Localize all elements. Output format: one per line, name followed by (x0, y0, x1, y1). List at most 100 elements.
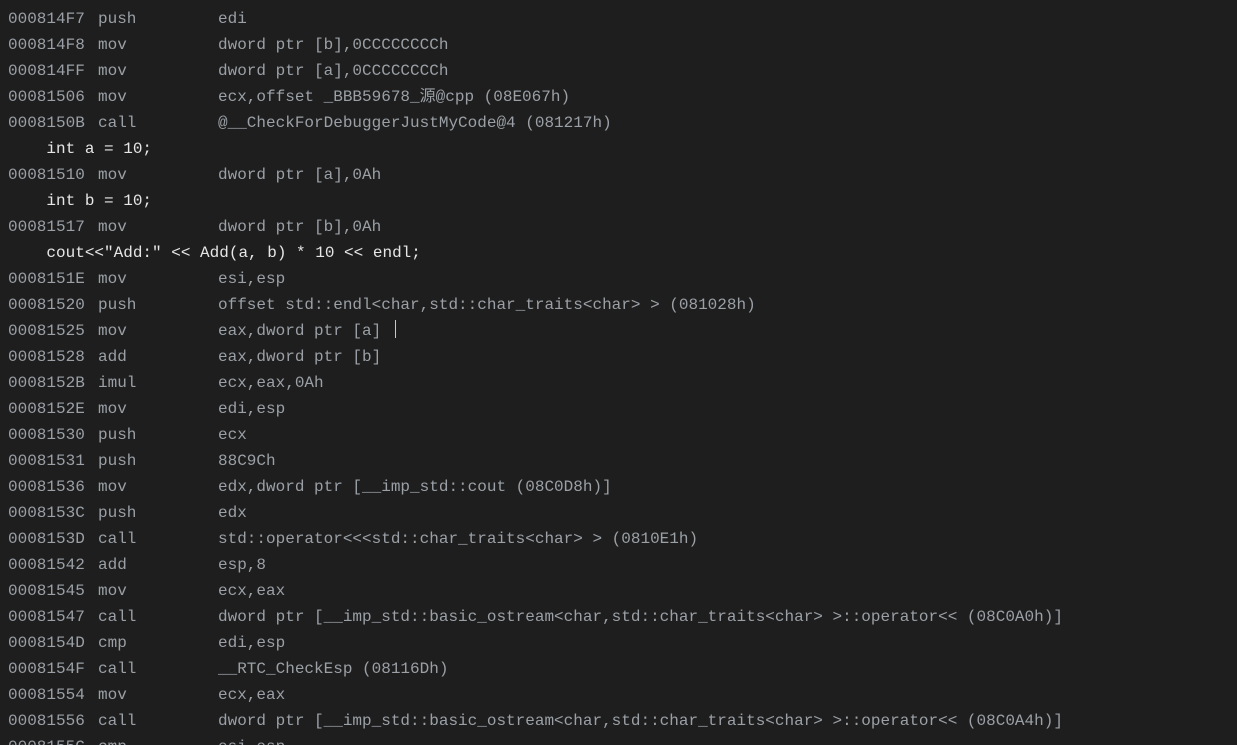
source-line[interactable]: int b = 10; (8, 188, 1237, 214)
operands: edi,esp (218, 630, 285, 656)
operands: edi (218, 6, 247, 32)
mnemonic: call (98, 708, 218, 734)
address: 00081545 (8, 578, 98, 604)
mnemonic: mov (98, 474, 218, 500)
disasm-line[interactable]: 00081506movecx,offset _BBB59678_源@cpp (0… (8, 84, 1237, 110)
address: 00081506 (8, 84, 98, 110)
mnemonic: push (98, 6, 218, 32)
operands: eax,dword ptr [a] (218, 318, 381, 344)
disasm-line[interactable]: 0008150Bcall@__CheckForDebuggerJustMyCod… (8, 110, 1237, 136)
mnemonic: mov (98, 396, 218, 422)
text-caret (395, 320, 396, 338)
address: 0008155C (8, 734, 98, 745)
mnemonic: mov (98, 84, 218, 110)
mnemonic: add (98, 552, 218, 578)
operands: ecx (218, 422, 247, 448)
address: 000814F7 (8, 6, 98, 32)
disasm-line[interactable]: 00081528addeax,dword ptr [b] (8, 344, 1237, 370)
mnemonic: mov (98, 682, 218, 708)
disasm-line[interactable]: 00081510movdword ptr [a],0Ah (8, 162, 1237, 188)
address: 000814FF (8, 58, 98, 84)
address: 00081517 (8, 214, 98, 240)
address: 00081528 (8, 344, 98, 370)
disasm-line[interactable]: 00081545movecx,eax (8, 578, 1237, 604)
mnemonic: cmp (98, 630, 218, 656)
operands: edi,esp (218, 396, 285, 422)
address: 00081520 (8, 292, 98, 318)
operands: ecx,eax (218, 682, 285, 708)
disasm-line[interactable]: 00081531push88C9Ch (8, 448, 1237, 474)
disasm-line[interactable]: 00081554movecx,eax (8, 682, 1237, 708)
address: 00081510 (8, 162, 98, 188)
source-text: int a = 10; (8, 136, 152, 162)
operands: esi,esp (218, 266, 285, 292)
mnemonic: call (98, 656, 218, 682)
operands: dword ptr [__imp_std::basic_ostream<char… (218, 604, 1063, 630)
disasm-line[interactable]: 00081520pushoffset std::endl<char,std::c… (8, 292, 1237, 318)
operands: edx (218, 500, 247, 526)
disasm-line[interactable]: 000814F8movdword ptr [b],0CCCCCCCCh (8, 32, 1237, 58)
address: 0008152B (8, 370, 98, 396)
disasm-line[interactable]: 00081542addesp,8 (8, 552, 1237, 578)
operands: dword ptr [__imp_std::basic_ostream<char… (218, 708, 1063, 734)
operands: offset std::endl<char,std::char_traits<c… (218, 292, 756, 318)
operands: __RTC_CheckEsp (08116Dh) (218, 656, 448, 682)
mnemonic: mov (98, 214, 218, 240)
address: 00081547 (8, 604, 98, 630)
mnemonic: mov (98, 32, 218, 58)
mnemonic: mov (98, 162, 218, 188)
disasm-line[interactable]: 00081530pushecx (8, 422, 1237, 448)
mnemonic: push (98, 448, 218, 474)
disasm-line[interactable]: 000814F7pushedi (8, 6, 1237, 32)
source-text: cout<<"Add:" << Add(a, b) * 10 << endl; (8, 240, 421, 266)
source-line[interactable]: int a = 10; (8, 136, 1237, 162)
mnemonic: push (98, 422, 218, 448)
mnemonic: call (98, 604, 218, 630)
disassembly-view[interactable]: 000814F7pushedi000814F8movdword ptr [b],… (0, 0, 1237, 745)
operands: ecx,offset _BBB59678_源@cpp (08E067h) (218, 84, 570, 110)
operands: ecx,eax,0Ah (218, 370, 324, 396)
mnemonic: add (98, 344, 218, 370)
disasm-line[interactable]: 0008152Bimulecx,eax,0Ah (8, 370, 1237, 396)
operands: ecx,eax (218, 578, 285, 604)
address: 00081554 (8, 682, 98, 708)
disasm-line[interactable]: 00081536movedx,dword ptr [__imp_std::cou… (8, 474, 1237, 500)
address: 0008154D (8, 630, 98, 656)
mnemonic: call (98, 526, 218, 552)
operands: dword ptr [b],0Ah (218, 214, 381, 240)
address: 000814F8 (8, 32, 98, 58)
disasm-line[interactable]: 0008151Emovesi,esp (8, 266, 1237, 292)
disasm-line[interactable]: 00081517movdword ptr [b],0Ah (8, 214, 1237, 240)
address: 0008154F (8, 656, 98, 682)
disasm-line[interactable]: 0008152Emovedi,esp (8, 396, 1237, 422)
operands: esp,8 (218, 552, 266, 578)
disasm-line[interactable]: 0008154Fcall__RTC_CheckEsp (08116Dh) (8, 656, 1237, 682)
operands: dword ptr [a],0Ah (218, 162, 381, 188)
disasm-line[interactable]: 000814FFmovdword ptr [a],0CCCCCCCCh (8, 58, 1237, 84)
address: 00081542 (8, 552, 98, 578)
disasm-line[interactable]: 0008153Dcallstd::operator<<<std::char_tr… (8, 526, 1237, 552)
operands: dword ptr [a],0CCCCCCCCh (218, 58, 448, 84)
operands: eax,dword ptr [b] (218, 344, 381, 370)
address: 00081525 (8, 318, 98, 344)
address: 0008150B (8, 110, 98, 136)
operands: 88C9Ch (218, 448, 276, 474)
mnemonic: mov (98, 318, 218, 344)
disasm-line[interactable]: 00081525moveax,dword ptr [a] (8, 318, 1237, 344)
disasm-line[interactable]: 00081556calldword ptr [__imp_std::basic_… (8, 708, 1237, 734)
operands: edx,dword ptr [__imp_std::cout (08C0D8h)… (218, 474, 612, 500)
operands: dword ptr [b],0CCCCCCCCh (218, 32, 448, 58)
address: 0008153C (8, 500, 98, 526)
address: 00081536 (8, 474, 98, 500)
source-text: int b = 10; (8, 188, 152, 214)
source-line[interactable]: cout<<"Add:" << Add(a, b) * 10 << endl; (8, 240, 1237, 266)
disasm-line[interactable]: 0008155Ccmpesi,esp (8, 734, 1237, 745)
disasm-line[interactable]: 0008154Dcmpedi,esp (8, 630, 1237, 656)
operands: esi,esp (218, 734, 285, 745)
address: 00081531 (8, 448, 98, 474)
operands: @__CheckForDebuggerJustMyCode@4 (081217h… (218, 110, 612, 136)
disasm-line[interactable]: 0008153Cpushedx (8, 500, 1237, 526)
operands: std::operator<<<std::char_traits<char> >… (218, 526, 698, 552)
disasm-line[interactable]: 00081547calldword ptr [__imp_std::basic_… (8, 604, 1237, 630)
mnemonic: mov (98, 266, 218, 292)
